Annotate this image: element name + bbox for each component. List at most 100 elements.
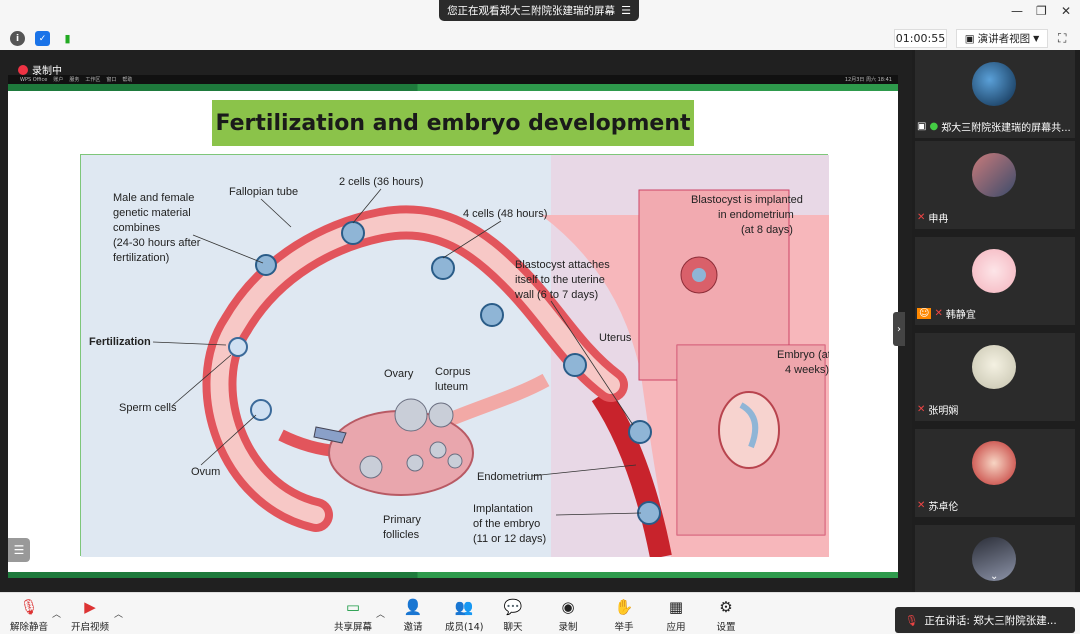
info-icon[interactable]: i bbox=[10, 31, 25, 46]
view-mode-button[interactable]: ▣ 演讲者视图 ▼ bbox=[956, 29, 1048, 48]
participant-tile[interactable]: ☺ ✕ 韩静宜 bbox=[915, 237, 1075, 325]
apps-button[interactable]: ▦ 应用 bbox=[665, 597, 687, 633]
window-titlebar: 您正在观看郑大三附院张建瑞的屏幕 ☰ — ❐ ✕ bbox=[0, 0, 1080, 27]
label-corpus: Corpus bbox=[435, 366, 471, 378]
raise-hand-button[interactable]: ✋ 举手 bbox=[613, 597, 635, 633]
label-blasto-implant: (at 8 days) bbox=[741, 224, 793, 236]
label-primary: follicles bbox=[383, 529, 420, 541]
share-screen-label: 共享屏幕 bbox=[334, 622, 373, 633]
participant-name: 申冉 bbox=[928, 214, 949, 225]
signal-icon[interactable]: ▮ bbox=[60, 31, 75, 46]
participant-tile[interactable]: ✕ 苏卓伦 bbox=[915, 429, 1075, 517]
share-banner[interactable]: 您正在观看郑大三附院张建瑞的屏幕 ☰ bbox=[439, 0, 639, 21]
start-video-button[interactable]: ▶ 开启视频 bbox=[71, 597, 109, 633]
mac-menu-item: 窗口 bbox=[106, 77, 117, 83]
participant-tile[interactable]: ✕ 申冉 bbox=[915, 141, 1075, 229]
apps-label: 应用 bbox=[666, 622, 686, 633]
mac-menu-item: 工作区 bbox=[85, 77, 101, 83]
anime-avatar bbox=[972, 153, 1016, 197]
chevron-up-icon[interactable]: ︿ bbox=[376, 607, 385, 620]
label-blasto-attach: wall (6 to 7 days) bbox=[514, 289, 598, 301]
menu-icon[interactable]: ☰ bbox=[621, 4, 631, 17]
participant-tile[interactable]: ✕ 张明娴 bbox=[915, 333, 1075, 421]
record-icon: ◉ bbox=[561, 598, 575, 616]
participant-nameplate: ✕ 申冉 bbox=[917, 210, 948, 225]
restore-icon[interactable]: ❐ bbox=[1036, 4, 1047, 18]
mic-off-icon: ✕ bbox=[934, 308, 943, 319]
label-blasto-attach: itself to the uterine bbox=[515, 274, 605, 286]
diagram-svg: Male and female genetic material combine… bbox=[81, 155, 831, 560]
slide-title: Fertilization and embryo development bbox=[212, 100, 694, 146]
minimize-icon[interactable]: — bbox=[1011, 4, 1023, 18]
screen-share-icon: ▣ bbox=[917, 121, 927, 132]
record-label: 录制 bbox=[558, 622, 578, 633]
label-endometrium: Endometrium bbox=[477, 471, 542, 483]
fullscreen-icon[interactable]: ⛶ bbox=[1058, 31, 1066, 46]
speaking-indicator: 🎙 正在讲话: 郑大三附院张建... bbox=[895, 607, 1075, 633]
chevron-down-icon[interactable]: ⌄ bbox=[990, 571, 998, 582]
label-male-female: (24-30 hours after bbox=[113, 237, 201, 249]
participant-tile[interactable]: ⌄ bbox=[915, 525, 1075, 592]
participant-name: 郑大三附院张建瑞的屏幕共... bbox=[941, 123, 1071, 134]
raise-hand-label: 举手 bbox=[614, 622, 634, 633]
label-sperm: Sperm cells bbox=[119, 402, 177, 414]
mac-clock: 12月3日 周六 18:41 bbox=[844, 77, 892, 83]
label-blasto-implant: Blastocyst is implanted bbox=[691, 194, 803, 206]
close-icon[interactable]: ✕ bbox=[1061, 4, 1071, 18]
slide-list-toggle-icon[interactable]: ☰ bbox=[8, 538, 30, 562]
members-label: 成员(14) bbox=[445, 622, 484, 633]
chat-button[interactable]: 💬 聊天 bbox=[502, 597, 524, 633]
gear-icon: ⚙ bbox=[719, 598, 733, 616]
label-primary: Primary bbox=[383, 514, 421, 526]
mac-menu-item: 服务 bbox=[69, 77, 80, 83]
share-screen-icon: ▭ bbox=[345, 598, 361, 616]
participant-name: 苏卓伦 bbox=[928, 502, 959, 513]
record-button[interactable]: ◉ 录制 bbox=[557, 597, 579, 633]
label-implantation: Implantation bbox=[473, 503, 533, 515]
label-two-cells: 2 cells (36 hours) bbox=[339, 176, 423, 188]
meeting-infobar: i ✓ ▮ 01:00:55 ▣ 演讲者视图 ▼ ⛶ bbox=[0, 27, 1080, 50]
label-implantation: of the embryo bbox=[473, 518, 540, 530]
invite-label: 邀请 bbox=[403, 622, 423, 633]
participants-panel: ▣ ● 郑大三附院张建瑞的屏幕共... ✕ 申冉 ☺ ✕ 韩静宜 ✕ 张明娴 ✕… bbox=[912, 50, 1080, 592]
participant-tile[interactable]: ▣ ● 郑大三附院张建瑞的屏幕共... bbox=[915, 50, 1075, 138]
invite-button[interactable]: 👤 邀请 bbox=[402, 597, 424, 633]
settings-button[interactable]: ⚙ 设置 bbox=[715, 597, 737, 633]
mic-off-icon: ✕ bbox=[917, 404, 926, 415]
meeting-timer: 01:00:55 bbox=[894, 29, 947, 48]
chevron-up-icon[interactable]: ︿ bbox=[52, 607, 61, 620]
mac-menu-item: 帮助 bbox=[122, 77, 133, 83]
participant-name: 张明娴 bbox=[928, 406, 959, 417]
cartoon-avatar bbox=[972, 249, 1016, 293]
label-male-female: genetic material bbox=[113, 207, 191, 219]
fertilization-diagram: Male and female genetic material combine… bbox=[80, 154, 831, 560]
speaking-label: 正在讲话: 郑大三附院张建... bbox=[924, 614, 1057, 627]
label-fallopian: Fallopian tube bbox=[229, 186, 298, 198]
label-embryo: 4 weeks) bbox=[785, 364, 829, 376]
mac-menubar: WPS Office 账户 服务 工作区 窗口 帮助 12月3日 周六 18:4… bbox=[8, 75, 898, 84]
shield-icon[interactable]: ✓ bbox=[35, 31, 50, 46]
hand-icon: ✋ bbox=[614, 598, 634, 616]
members-button[interactable]: 👥 成员(14) bbox=[445, 597, 484, 633]
recording-icon bbox=[18, 64, 28, 75]
video-off-icon: ▶ bbox=[84, 598, 96, 616]
chevron-down-icon: ▼ bbox=[1033, 34, 1040, 43]
layout-icon: ▣ bbox=[964, 32, 975, 45]
label-corpus: luteum bbox=[435, 381, 468, 393]
panel-collapse-icon[interactable]: › bbox=[893, 312, 905, 346]
label-blasto-attach: Blastocyst attaches bbox=[515, 259, 610, 271]
label-blasto-implant: in endometrium bbox=[718, 209, 794, 221]
unmute-button[interactable]: 🎙 解除静音 bbox=[10, 597, 48, 633]
apps-icon: ▦ bbox=[668, 598, 684, 616]
slide-bottom-band bbox=[8, 572, 898, 578]
share-screen-button[interactable]: ▭ 共享屏幕 bbox=[334, 597, 372, 633]
chevron-up-icon[interactable]: ︿ bbox=[114, 607, 123, 620]
label-ovum: Ovum bbox=[191, 466, 220, 478]
participant-nameplate: ▣ ● 郑大三附院张建瑞的屏幕共... bbox=[917, 119, 1071, 134]
mic-off-icon: ✕ bbox=[917, 212, 926, 223]
share-banner-text: 您正在观看郑大三附院张建瑞的屏幕 bbox=[447, 5, 616, 17]
participant-name: 韩静宜 bbox=[945, 310, 976, 321]
user-icon: ☺ bbox=[917, 308, 932, 319]
label-ovary: Ovary bbox=[384, 368, 414, 380]
label-male-female: Male and female bbox=[113, 192, 194, 204]
